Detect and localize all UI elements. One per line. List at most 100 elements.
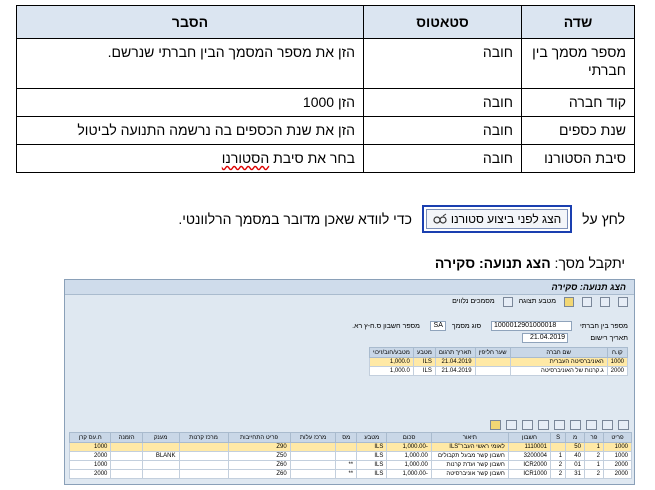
cell: ILS	[356, 451, 388, 461]
change-icon[interactable]	[582, 296, 592, 307]
sap-title: הצג תנועה: סקירה	[65, 280, 634, 295]
cell: 2000	[603, 460, 632, 470]
preview-reversal-label: הצג לפני ביצוע סטורנו	[450, 212, 562, 226]
currency-icon[interactable]	[564, 296, 574, 307]
table-row[interactable]: 2000 2 31 2 ICR1000 חשבון קשר אוניברסיטה -1,00…	[68, 469, 632, 479]
filter-icon[interactable]	[586, 420, 597, 430]
table-row[interactable]: 1000 2 40 1 3200004 חשבון קשר מבעל תקבולים 1,0…	[68, 451, 632, 461]
col-header: פר	[583, 432, 605, 443]
cell: האוניברסיטה העברית	[509, 357, 608, 367]
sap-screenshot: הצג תנועה: סקירה מטבע תצוגה מסמכים נלווי…	[64, 279, 635, 485]
col-header: פריט	[603, 432, 632, 443]
preview-reversal-button[interactable]: הצג לפני ביצוע סטורנו	[421, 205, 573, 233]
print-icon[interactable]	[554, 420, 565, 430]
cell: Z60	[227, 460, 291, 470]
cell	[110, 451, 143, 461]
table-row: סיבת הסטורנו חובה בחר את סיבת הסטורנו	[16, 144, 635, 173]
cell: 50	[565, 442, 585, 452]
col-header: הזמנה	[110, 432, 143, 443]
display-currency-button[interactable]: מטבע תצוגה	[519, 298, 556, 305]
cell: 1,000.0	[368, 366, 414, 376]
documents-icon[interactable]	[502, 296, 513, 307]
sum-icon[interactable]	[570, 420, 581, 430]
col-header: קו.ח	[606, 347, 629, 358]
details-icon[interactable]	[618, 420, 629, 430]
layout-icon[interactable]	[522, 420, 533, 430]
overview-icon[interactable]	[618, 296, 628, 307]
col-header: תיאור	[430, 432, 509, 443]
cell: 40	[565, 451, 585, 461]
doc-number-field[interactable]: 1000012901000018	[491, 321, 572, 331]
cell	[141, 442, 180, 452]
status-cell: חובה	[363, 144, 522, 173]
cell	[110, 469, 143, 479]
post-date-field[interactable]: 21.04.2019	[522, 333, 569, 343]
related-docs-button[interactable]: מסמכים נלווים	[452, 298, 495, 305]
export-icon[interactable]	[538, 420, 549, 430]
status-cell: חובה	[363, 116, 522, 145]
explain-cell: הזן את שנת הכספים בה נרשמה התנועה לביטול	[16, 116, 364, 145]
cell: **	[335, 460, 358, 470]
cell: 1000	[68, 460, 112, 470]
cell: Z50	[227, 451, 291, 461]
cell	[110, 442, 143, 452]
cell: BLANK	[141, 451, 180, 461]
cell: 1110001	[507, 442, 552, 452]
cell	[289, 442, 337, 452]
col-header: שער חליפין	[474, 347, 511, 358]
cell: 1	[583, 442, 605, 452]
table-row[interactable]: 2000 ג.קרנות של האוניברסיטה 21.04.2019 I…	[368, 366, 629, 376]
table-row[interactable]: 2000 1 01 2 ICR2000 חשבון קשר ועדת קרנות 1,000…	[68, 460, 632, 470]
col-header: פריט התחייבות	[227, 432, 291, 443]
cell: ILS	[412, 366, 436, 376]
cell	[289, 451, 337, 461]
col-header: מרכז עלות	[289, 432, 337, 443]
status-cell: חובה	[363, 38, 522, 89]
cell	[289, 469, 337, 479]
col-header: מענק	[141, 432, 180, 443]
doc-number-row: מספר בין חברתי 1000012901000018 סוג מסמך…	[352, 321, 628, 331]
cell: 2	[549, 469, 567, 479]
cell	[110, 460, 143, 470]
col-header: מס	[335, 432, 358, 443]
glasses-icon	[433, 213, 447, 224]
cell	[474, 366, 511, 376]
col-header: חשבון	[507, 432, 552, 443]
explain-cell: הזן את מספר המסמך הבין חברתי שנרשם.	[16, 38, 364, 89]
cell: 31	[565, 469, 585, 479]
cell: חשבון קשר אוניברסיטה	[430, 469, 509, 479]
table-row: שנת כספים חובה הזן את שנת הכספים בה נרשמ…	[16, 116, 635, 145]
cell: 1,000.00	[386, 451, 432, 461]
find-icon[interactable]	[506, 420, 517, 430]
instruction-post: כדי לוודא שאכן מדובר במסמך הרלוונטי.	[178, 211, 412, 227]
cell	[474, 357, 511, 367]
cell	[178, 442, 229, 452]
col-header: מטבע/חוב/זיכוי	[368, 347, 414, 358]
doc-type-field[interactable]: SA	[429, 321, 446, 331]
sort-icon[interactable]	[602, 420, 613, 430]
cell: ILS	[356, 469, 388, 479]
cell: חשבון קשר ועדת קרנות	[430, 460, 509, 470]
cell: 2000	[68, 451, 112, 461]
cell: 2000	[603, 469, 632, 479]
status-cell: חובה	[363, 88, 522, 117]
table-row[interactable]: 1000 1 50 1110001 לאומי ראשי העבר"ILS -1,000.…	[68, 442, 632, 452]
misspelled-word: הסטורנו	[221, 150, 270, 166]
display-icon[interactable]	[600, 296, 610, 307]
select-icon[interactable]	[490, 420, 501, 430]
cell: 2	[583, 469, 605, 479]
cell: ג.קרנות של האוניברסיטה	[509, 366, 608, 376]
post-date-row: תאריך רישום 21.04.2019	[522, 333, 628, 343]
cell: 2000	[68, 469, 112, 479]
cell: לאומי ראשי העבר"ILS	[430, 442, 509, 452]
line-items-table: פריט פר מ S חשבון תיאור סכום מטבע מס מרכ…	[68, 432, 632, 479]
cell: 1000	[606, 357, 629, 367]
table-row: קוד חברה חובה הזן 1000	[16, 88, 635, 117]
table-row[interactable]: 1000 האוניברסיטה העברית 21.04.2019 ILS 1…	[368, 357, 629, 367]
field-cell: קוד חברה	[521, 88, 635, 117]
cell: 21.04.2019	[434, 366, 476, 376]
field-cell: שנת כספים	[521, 116, 635, 145]
cell: 2000	[606, 366, 629, 376]
col-header: מ	[565, 432, 585, 443]
col-header: תאריך תרגום	[434, 347, 476, 358]
